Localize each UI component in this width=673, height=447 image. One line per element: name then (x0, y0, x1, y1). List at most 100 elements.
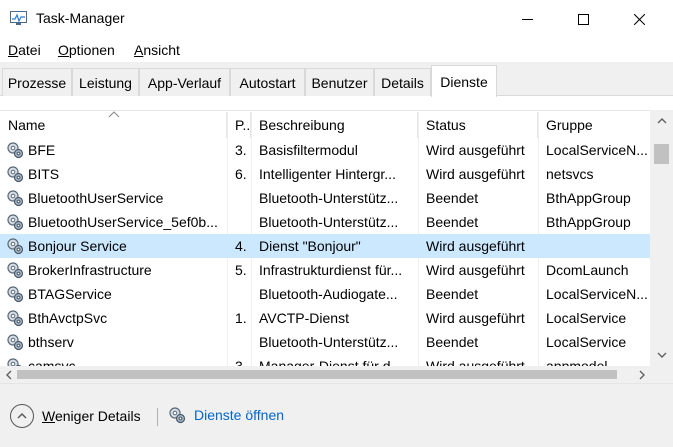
minimize-icon (521, 18, 533, 20)
task-manager-icon (10, 11, 27, 25)
horizontal-scrollbar[interactable] (0, 366, 650, 383)
table-row[interactable]: BthAvctpSvc 1. AVCTP-Dienst Wird ausgeführt… (0, 306, 650, 330)
cell-group (538, 234, 650, 258)
fewer-details-label: Weniger Details (42, 408, 141, 424)
chevron-right-icon (639, 370, 645, 379)
cell-pid (227, 282, 251, 306)
table-body: BFE 3. Basisfiltermodul Wird ausgeführt Loca… (0, 138, 650, 368)
tab-strip: Prozesse Leistung App-Verlauf Autostart … (0, 62, 673, 97)
tab-details[interactable]: Details (374, 68, 431, 96)
cell-desc: Bluetooth-Unterstütz... (259, 190, 399, 206)
cell-group: netsvcs (546, 166, 594, 182)
cell-name: Bonjour Service (0, 234, 227, 258)
table-row[interactable]: BFE 3. Basisfiltermodul Wird ausgeführt Loca… (0, 138, 650, 162)
gear-service-icon (7, 334, 24, 351)
gear-service-icon (7, 286, 24, 303)
tab-autostart[interactable]: Autostart (230, 68, 305, 96)
menu-optionen[interactable]: Optionen (58, 42, 115, 58)
cell-status: Beendet (426, 214, 479, 230)
window-title: Task-Manager (36, 10, 125, 26)
maximize-button[interactable] (560, 0, 606, 38)
cell-pid (227, 186, 251, 210)
gear-service-icon (7, 166, 24, 183)
cell-group: LocalServiceN... (546, 286, 648, 302)
table-row[interactable]: BluetoothUserService_5ef0b... Bluetooth-U… (0, 210, 650, 234)
gear-service-icon (7, 214, 24, 231)
fewer-details-button[interactable]: Weniger Details (10, 404, 141, 428)
tab-dienste[interactable]: Dienste (431, 65, 497, 97)
scroll-left-button[interactable] (0, 366, 17, 383)
collapse-icon (10, 404, 34, 428)
tab-leistung[interactable]: Leistung (72, 68, 139, 96)
chevron-down-icon (657, 352, 666, 358)
cell-pid (227, 210, 251, 234)
column-header-pid[interactable]: P.. (227, 112, 251, 138)
cell-status: Wird ausgeführt (426, 238, 525, 254)
footer-bar: Weniger Details Dienste öffnen (0, 383, 673, 447)
scroll-up-button[interactable] (650, 112, 673, 129)
close-icon (633, 13, 645, 25)
cell-name: BITS (0, 162, 227, 186)
cell-group: LocalServiceN... (546, 142, 648, 158)
cell-status: Wird ausgeführt (426, 310, 525, 326)
menu-datei[interactable]: Datei (8, 42, 41, 58)
gear-service-icon (7, 190, 24, 207)
cell-status: Wird ausgeführt (426, 166, 525, 182)
maximize-icon (577, 13, 589, 25)
scroll-right-button[interactable] (633, 366, 650, 383)
table-row[interactable]: Bonjour Service 4. Dienst "Bonjour" Wird au… (0, 234, 650, 258)
footer-divider (157, 408, 158, 426)
scrollbar-corner (650, 366, 673, 383)
tab-prozesse[interactable]: Prozesse (2, 68, 72, 96)
cell-status: Wird ausgeführt (426, 262, 525, 278)
cell-desc: AVCTP-Dienst (259, 310, 349, 326)
table-row[interactable]: BITS 6. Intelligenter Hintergr... Wird ausg… (0, 162, 650, 186)
cell-pid: 6. (235, 166, 247, 182)
table-row[interactable]: BTAGService Bluetooth-Audiogate... Beendet… (0, 282, 650, 306)
close-button[interactable] (616, 0, 662, 38)
cell-pid: 4. (235, 238, 247, 254)
column-header-status[interactable]: Status (418, 112, 538, 138)
chevron-up-icon (657, 117, 666, 123)
cell-name: bthserv (0, 330, 227, 354)
table-row[interactable]: BluetoothUserService Bluetooth-Unterstütz… (0, 186, 650, 210)
cell-pid (227, 330, 251, 354)
cell-name: BluetoothUserService_5ef0b... (0, 210, 227, 234)
open-services-link[interactable]: Dienste öffnen (168, 406, 284, 424)
gear-service-icon (7, 142, 24, 159)
cell-desc: Infrastrukturdienst für... (259, 262, 403, 278)
tab-benutzer[interactable]: Benutzer (305, 68, 374, 96)
menu-bar: Datei Optionen Ansicht (0, 38, 673, 62)
vertical-scrollbar[interactable] (650, 110, 673, 368)
cell-name: BluetoothUserService (0, 186, 227, 210)
column-header-name[interactable]: Name (0, 112, 227, 138)
scroll-down-button[interactable] (650, 346, 673, 363)
gear-service-icon (7, 262, 24, 279)
gear-service-icon (7, 310, 24, 327)
column-header-gruppe[interactable]: Gruppe (538, 112, 650, 138)
cell-name: BthAvctpSvc (0, 306, 227, 330)
cell-desc: Dienst "Bonjour" (259, 238, 361, 254)
table-row[interactable]: bthserv Bluetooth-Unterstütz... Beendet Loc… (0, 330, 650, 354)
cell-name: BFE (0, 138, 227, 162)
cell-status: Beendet (426, 334, 479, 350)
title-bar: Task-Manager (0, 0, 673, 38)
gear-service-icon (7, 238, 24, 255)
column-header-beschreibung[interactable]: Beschreibung (251, 112, 418, 138)
vertical-scroll-thumb[interactable] (654, 144, 669, 164)
cell-desc: Basisfiltermodul (259, 142, 358, 158)
cell-desc: Bluetooth-Audiogate... (259, 286, 398, 302)
cell-group: BthAppGroup (546, 214, 631, 230)
minimize-button[interactable] (504, 0, 550, 38)
cell-name: BrokerInfrastructure (0, 258, 227, 282)
cell-desc: Bluetooth-Unterstütz... (259, 334, 399, 350)
gear-service-icon (169, 407, 186, 424)
menu-ansicht[interactable]: Ansicht (134, 42, 180, 58)
tab-app-verlauf[interactable]: App-Verlauf (139, 68, 230, 96)
cell-group: LocalService (546, 310, 627, 326)
cell-group: LocalService (546, 334, 627, 350)
chevron-left-icon (5, 370, 11, 379)
table-row[interactable]: BrokerInfrastructure 5. Infrastrukturdiens… (0, 258, 650, 282)
horizontal-scroll-thumb[interactable] (17, 370, 617, 379)
cell-group: DcomLaunch (546, 262, 629, 278)
